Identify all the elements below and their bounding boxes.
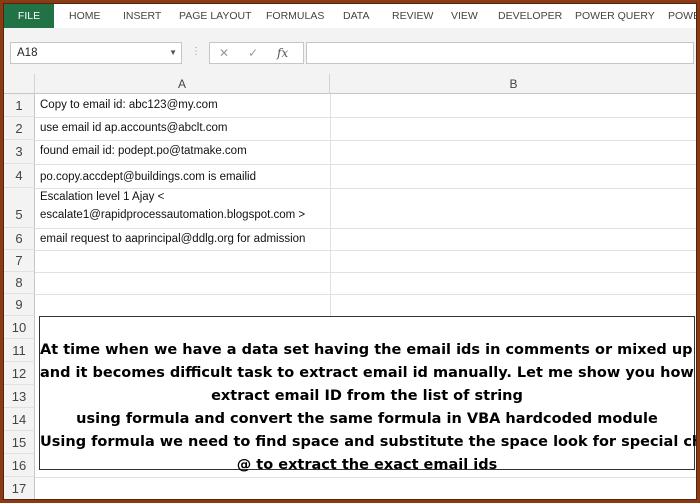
gridline xyxy=(35,250,696,251)
tab-formulas[interactable]: FORMULAS xyxy=(266,4,324,28)
cell-a2[interactable]: use email id ap.accounts@abclt.com xyxy=(40,122,227,134)
excel-window: FILE HOME INSERT PAGE LAYOUT FORMULAS DA… xyxy=(3,3,697,500)
tab-view[interactable]: VIEW xyxy=(451,4,478,28)
row-header-11[interactable]: 11 xyxy=(4,339,35,362)
tab-review[interactable]: REVIEW xyxy=(392,4,433,28)
formula-bar: A18 ▼ ⋮ ✕ ✓ fx xyxy=(4,28,696,74)
gridline xyxy=(35,140,696,141)
gridline xyxy=(35,272,696,273)
enter-icon[interactable]: ✓ xyxy=(248,45,258,61)
row-header-6[interactable]: 6 xyxy=(4,228,35,250)
row-header-5[interactable]: 5 xyxy=(4,188,35,228)
name-box-value: A18 xyxy=(17,47,38,59)
gridline xyxy=(35,477,696,478)
row-header-9[interactable]: 9 xyxy=(4,294,35,316)
cell-a1[interactable]: Copy to email id: abc123@my.com xyxy=(40,99,218,111)
text-box-line: using formula and convert the same formu… xyxy=(76,411,658,427)
row-header-8[interactable]: 8 xyxy=(4,272,35,294)
tab-data[interactable]: DATA xyxy=(343,4,369,28)
ribbon-tab-bar: FILE HOME INSERT PAGE LAYOUT FORMULAS DA… xyxy=(4,4,696,29)
tab-insert[interactable]: INSERT xyxy=(123,4,161,28)
cell-a5-line1[interactable]: Escalation level 1 Ajay < xyxy=(40,191,164,203)
chevron-down-icon[interactable]: ▼ xyxy=(169,43,177,63)
row-header-17[interactable]: 17 xyxy=(4,477,35,499)
cell-a6[interactable]: email request to aaprincipal@ddlg.org fo… xyxy=(40,233,305,245)
resize-handle-icon[interactable]: ⋮ xyxy=(191,46,201,57)
text-box-line: Using formula we need to find space and … xyxy=(40,434,697,450)
formula-input[interactable] xyxy=(306,42,694,64)
cancel-icon[interactable]: ✕ xyxy=(219,45,229,61)
text-box-line: At time when we have a data set having t… xyxy=(40,342,697,358)
row-header-13[interactable]: 13 xyxy=(4,385,35,408)
tab-page-layout[interactable]: PAGE LAYOUT xyxy=(179,4,252,28)
row-header-3[interactable]: 3 xyxy=(4,140,35,164)
row-header-4[interactable]: 4 xyxy=(4,164,35,188)
text-box-shape[interactable]: At time when we have a data set having t… xyxy=(39,316,697,473)
row-header-1[interactable]: 1 xyxy=(4,94,35,117)
row-header-15[interactable]: 15 xyxy=(4,431,35,454)
column-header-a[interactable]: A xyxy=(35,74,330,94)
gridline xyxy=(35,164,696,165)
gridline xyxy=(35,294,696,295)
tab-power-query[interactable]: POWER QUERY xyxy=(575,4,655,28)
row-header-7[interactable]: 7 xyxy=(4,250,35,272)
tab-developer[interactable]: DEVELOPER xyxy=(498,4,562,28)
formula-buttons: ✕ ✓ fx xyxy=(209,42,304,64)
row-header-2[interactable]: 2 xyxy=(4,117,35,140)
tab-powerpivot[interactable]: POWERPIVOT xyxy=(668,4,696,28)
gridline xyxy=(330,94,331,316)
text-box-line: and it becomes difficult task to extract… xyxy=(40,365,697,381)
row-header-10[interactable]: 10 xyxy=(4,316,35,339)
cell-a3[interactable]: found email id: podept.po@tatmake.com xyxy=(40,145,247,157)
cell-a4[interactable]: po.copy.accdept@buildings.com is emailid xyxy=(40,171,256,183)
gridline xyxy=(35,117,696,118)
text-box-line: @ to extract the exact email ids xyxy=(236,457,498,473)
gridline xyxy=(35,188,696,189)
cell-a5-line2[interactable]: escalate1@rapidprocessautomation.blogspo… xyxy=(40,209,305,221)
name-box[interactable]: A18 ▼ xyxy=(10,42,182,64)
row-header-12[interactable]: 12 xyxy=(4,362,35,385)
select-all-corner[interactable] xyxy=(4,74,35,94)
row-header-14[interactable]: 14 xyxy=(4,408,35,431)
tab-file[interactable]: FILE xyxy=(4,4,54,28)
gridline xyxy=(35,228,696,229)
row-header-16[interactable]: 16 xyxy=(4,454,35,477)
column-header-b[interactable]: B xyxy=(330,74,696,94)
insert-function-icon[interactable]: fx xyxy=(277,45,288,61)
tab-home[interactable]: HOME xyxy=(69,4,101,28)
text-box-line: extract email ID from the list of string xyxy=(211,388,523,404)
